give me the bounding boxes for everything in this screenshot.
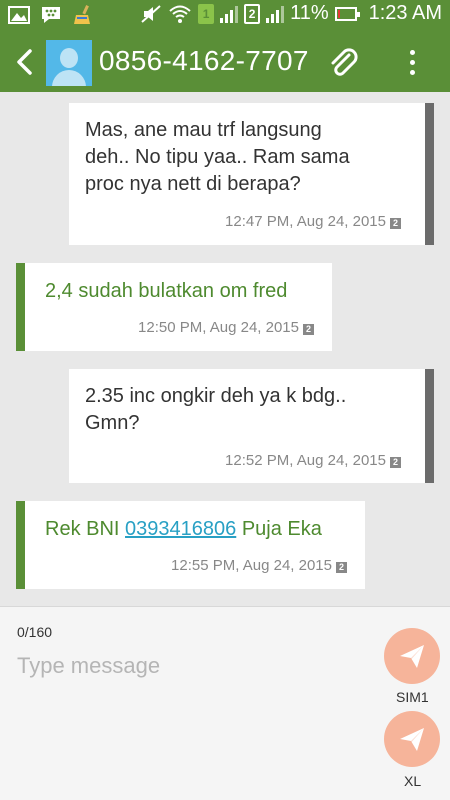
send-icon (400, 645, 424, 668)
message-text-line: Rek BNI 0393416806 Puja Eka (45, 518, 322, 540)
message-timestamp: 12:47 PM, Aug 24, 2015 2 (225, 213, 401, 230)
signal-icon (220, 5, 239, 23)
send-sim1-button[interactable] (384, 628, 440, 684)
conversation-header: 0856-4162-7707 (0, 32, 450, 92)
mute-icon (141, 4, 161, 23)
message-composer: 0/160 Type message SIM1 XL (0, 606, 450, 800)
message-bubble-outgoing[interactable]: 2.35 inc ongkir deh ya k bdg.. Gmn? 12:5… (69, 369, 425, 483)
contact-number[interactable]: 0856-4162-7707 (99, 45, 309, 77)
gallery-icon (8, 6, 30, 24)
message-text-line: proc nya nett di berapa? (85, 173, 301, 195)
message-bubble-incoming[interactable]: 2,4 sudah bulatkan om fred 12:50 PM, Aug… (25, 263, 332, 351)
contact-avatar-icon[interactable] (46, 40, 92, 86)
incoming-bubble-tail (16, 501, 25, 589)
cleaner-icon (74, 5, 90, 24)
notification-icons (8, 5, 94, 25)
message-text-line: 2.35 inc ongkir deh ya k bdg.. (85, 385, 347, 407)
incoming-bubble-tail (16, 263, 25, 351)
message-text-line: Gmn? (85, 412, 140, 434)
status-bar: 1 2 11% 1:23 AM (0, 0, 450, 32)
message-timestamp: 12:55 PM, Aug 24, 2015 2 (171, 557, 347, 574)
bbm-icon (42, 7, 60, 23)
signal-icon (266, 5, 285, 23)
sim2-icon: 2 (244, 3, 261, 24)
send-sim2-button[interactable] (384, 711, 440, 767)
message-timestamp: 12:50 PM, Aug 24, 2015 2 (138, 319, 314, 336)
overflow-menu-icon[interactable] (402, 48, 422, 78)
outgoing-bubble-tail (425, 103, 434, 245)
clock: 1:23 AM (368, 2, 442, 24)
message-timestamp: 12:52 PM, Aug 24, 2015 2 (225, 452, 401, 469)
sim1-icon: 1 (198, 3, 215, 24)
outgoing-bubble-tail (425, 369, 434, 483)
account-number-link[interactable]: 0393416806 (125, 518, 236, 540)
send-icon (400, 728, 424, 751)
system-indicators: 1 2 11% 1:23 AM (140, 2, 442, 25)
send-sim1-label: SIM1 (396, 689, 429, 705)
battery-percent: 11% (290, 2, 329, 24)
message-bubble-outgoing[interactable]: Mas, ane mau trf langsung deh.. No tipu … (69, 103, 425, 245)
wifi-icon (169, 5, 191, 23)
message-bubble-incoming[interactable]: Rek BNI 0393416806 Puja Eka 12:55 PM, Au… (25, 501, 365, 589)
send-sim2-label: XL (404, 773, 422, 789)
sim-indicator-icon: 2 (303, 324, 314, 335)
message-input[interactable]: Type message (17, 653, 160, 679)
back-arrow-icon[interactable] (10, 46, 40, 78)
sim-indicator-icon: 2 (336, 562, 347, 573)
sim-indicator-icon: 2 (390, 457, 401, 468)
message-text-line: deh.. No tipu yaa.. Ram sama (85, 146, 350, 168)
character-counter: 0/160 (17, 624, 53, 640)
message-text-line: 2,4 sudah bulatkan om fred (45, 280, 288, 302)
battery-icon (334, 6, 360, 21)
message-text-line: Mas, ane mau trf langsung (85, 119, 322, 141)
paperclip-icon[interactable] (326, 46, 360, 80)
sim-indicator-icon: 2 (390, 218, 401, 229)
